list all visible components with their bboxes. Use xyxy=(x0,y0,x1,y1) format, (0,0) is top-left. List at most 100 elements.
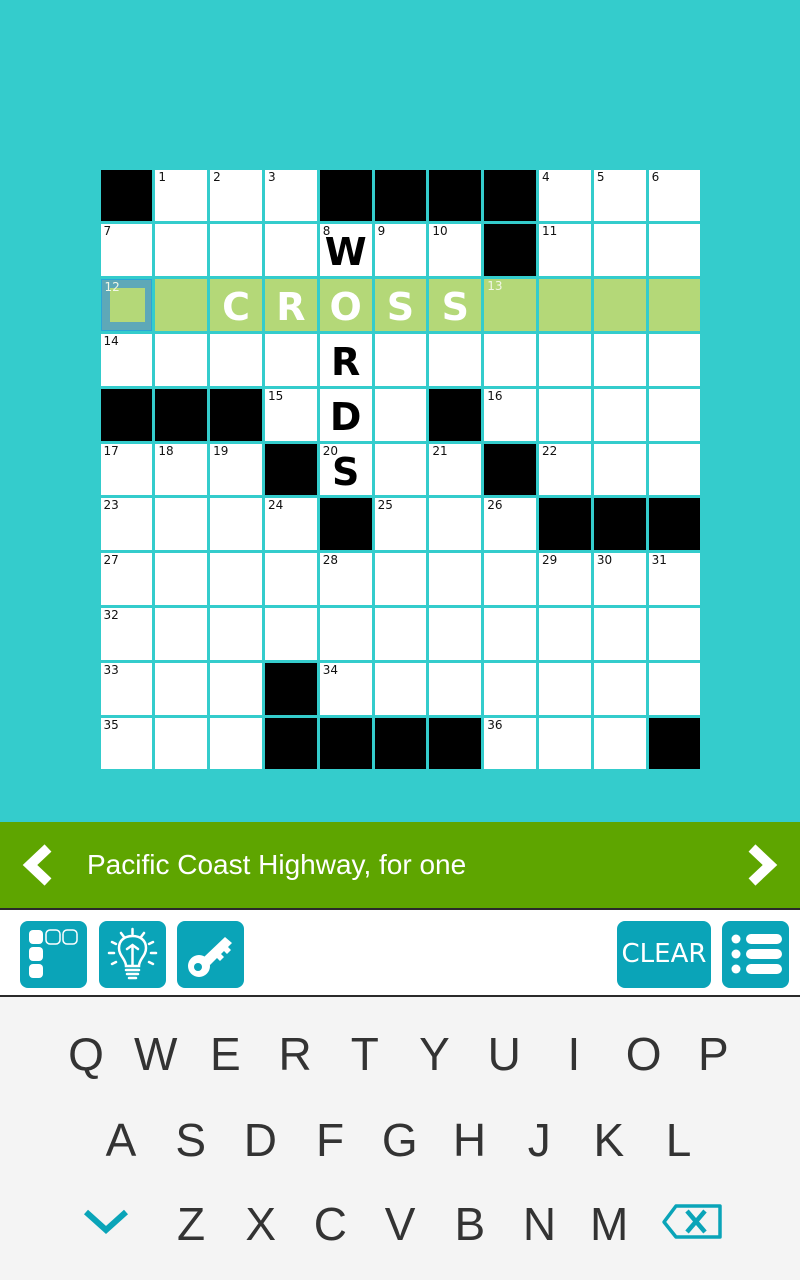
grid-cell[interactable]: 31 xyxy=(648,553,701,606)
key-z[interactable]: Z xyxy=(161,1189,221,1259)
grid-cell[interactable] xyxy=(648,608,701,660)
key-e[interactable]: E xyxy=(195,1019,255,1089)
grid-cell[interactable]: 2 xyxy=(210,169,262,222)
grid-cell[interactable]: 17 xyxy=(100,443,153,496)
backspace-button[interactable] xyxy=(659,1189,729,1259)
hint-button[interactable] xyxy=(99,921,166,988)
grid-cell[interactable] xyxy=(155,333,208,386)
grid-cell[interactable] xyxy=(429,608,482,660)
grid-cell[interactable] xyxy=(374,333,427,386)
grid-cell[interactable] xyxy=(264,333,317,386)
grid-cell[interactable]: 4 xyxy=(539,169,591,222)
grid-cell[interactable]: 24 xyxy=(264,498,317,551)
grid-cell[interactable]: 21 xyxy=(429,443,482,496)
key-p[interactable]: P xyxy=(683,1019,743,1089)
key-h[interactable]: H xyxy=(440,1105,500,1175)
key-u[interactable]: U xyxy=(474,1019,534,1089)
grid-cell[interactable] xyxy=(374,662,427,715)
grid-cell[interactable]: 13 xyxy=(484,279,537,331)
key-g[interactable]: G xyxy=(370,1105,430,1175)
key-s[interactable]: S xyxy=(161,1105,221,1175)
grid-cell[interactable] xyxy=(319,608,372,660)
grid-cell[interactable]: 33 xyxy=(100,662,153,715)
grid-cell[interactable] xyxy=(374,553,427,606)
grid-cell[interactable] xyxy=(593,279,646,331)
grid-cell[interactable] xyxy=(264,553,317,606)
grid-cell[interactable] xyxy=(648,443,701,496)
grid-cell[interactable]: C xyxy=(210,279,262,331)
grid-cell[interactable]: 30 xyxy=(593,553,646,606)
toggle-direction-button[interactable] xyxy=(20,921,87,988)
grid-cell[interactable] xyxy=(593,333,646,386)
grid-cell[interactable] xyxy=(593,443,646,496)
key-l[interactable]: L xyxy=(649,1105,709,1175)
grid-cell[interactable]: 6 xyxy=(648,169,701,222)
key-n[interactable]: N xyxy=(510,1189,570,1259)
key-o[interactable]: O xyxy=(614,1019,674,1089)
grid-cell[interactable] xyxy=(429,662,482,715)
grid-cell[interactable] xyxy=(539,717,591,770)
key-y[interactable]: Y xyxy=(405,1019,465,1089)
grid-cell[interactable]: R xyxy=(264,279,317,331)
grid-cell[interactable] xyxy=(155,498,208,551)
grid-cell[interactable] xyxy=(374,388,427,441)
previous-clue-button[interactable] xyxy=(18,844,58,886)
grid-cell[interactable]: S xyxy=(374,279,427,331)
key-q[interactable]: Q xyxy=(56,1019,116,1089)
grid-cell[interactable] xyxy=(210,333,262,386)
grid-cell[interactable]: 26 xyxy=(484,498,537,551)
grid-cell[interactable] xyxy=(155,553,208,606)
key-c[interactable]: C xyxy=(300,1189,360,1259)
grid-cell[interactable] xyxy=(539,388,591,441)
grid-cell[interactable]: 23 xyxy=(100,498,153,551)
grid-cell[interactable]: S xyxy=(429,279,482,331)
grid-cell[interactable] xyxy=(374,608,427,660)
key-m[interactable]: M xyxy=(579,1189,639,1259)
grid-cell[interactable] xyxy=(539,608,591,660)
key-d[interactable]: D xyxy=(230,1105,290,1175)
next-clue-button[interactable] xyxy=(744,844,784,886)
grid-cell[interactable] xyxy=(264,608,317,660)
grid-cell[interactable] xyxy=(429,553,482,606)
grid-cell[interactable]: D xyxy=(319,388,372,441)
grid-cell[interactable]: 3 xyxy=(264,169,317,222)
grid-cell[interactable] xyxy=(539,333,591,386)
key-x[interactable]: X xyxy=(231,1189,291,1259)
key-t[interactable]: T xyxy=(335,1019,395,1089)
grid-cell[interactable] xyxy=(484,553,537,606)
grid-cell[interactable]: 18 xyxy=(155,443,208,496)
grid-cell[interactable] xyxy=(374,443,427,496)
grid-cell[interactable]: 29 xyxy=(539,553,591,606)
grid-cell[interactable]: 7 xyxy=(100,224,153,277)
grid-cell[interactable]: O xyxy=(319,279,372,331)
key-f[interactable]: F xyxy=(300,1105,360,1175)
grid-cell[interactable]: 27 xyxy=(100,553,153,606)
grid-cell[interactable]: 22 xyxy=(539,443,591,496)
grid-cell[interactable]: 11 xyxy=(539,224,591,277)
grid-cell[interactable] xyxy=(593,608,646,660)
grid-cell[interactable]: 28 xyxy=(319,553,372,606)
grid-cell[interactable] xyxy=(648,388,701,441)
grid-cell[interactable]: 19 xyxy=(210,443,262,496)
grid-cell[interactable] xyxy=(593,224,646,277)
grid-cell[interactable] xyxy=(648,333,701,386)
grid-cell[interactable] xyxy=(429,498,482,551)
grid-cell[interactable]: 8W xyxy=(319,224,372,277)
grid-cell[interactable] xyxy=(210,224,262,277)
clear-button[interactable]: CLEAR xyxy=(617,921,711,988)
key-r[interactable]: R xyxy=(265,1019,325,1089)
grid-cell[interactable]: 20 S xyxy=(319,443,372,496)
grid-cell[interactable]: R xyxy=(319,333,372,386)
key-j[interactable]: J xyxy=(509,1105,569,1175)
grid-cell[interactable]: 15 xyxy=(264,388,317,441)
grid-cell[interactable] xyxy=(210,498,262,551)
grid-cell[interactable] xyxy=(593,662,646,715)
reveal-button[interactable] xyxy=(177,921,244,988)
grid-cell[interactable]: 9 xyxy=(374,224,427,277)
key-w[interactable]: W xyxy=(126,1019,186,1089)
grid-cell[interactable] xyxy=(539,279,591,331)
grid-cell[interactable]: 10 xyxy=(429,224,482,277)
grid-cell[interactable]: 16 xyxy=(484,388,537,441)
key-k[interactable]: K xyxy=(579,1105,639,1175)
grid-cell[interactable] xyxy=(155,279,208,331)
